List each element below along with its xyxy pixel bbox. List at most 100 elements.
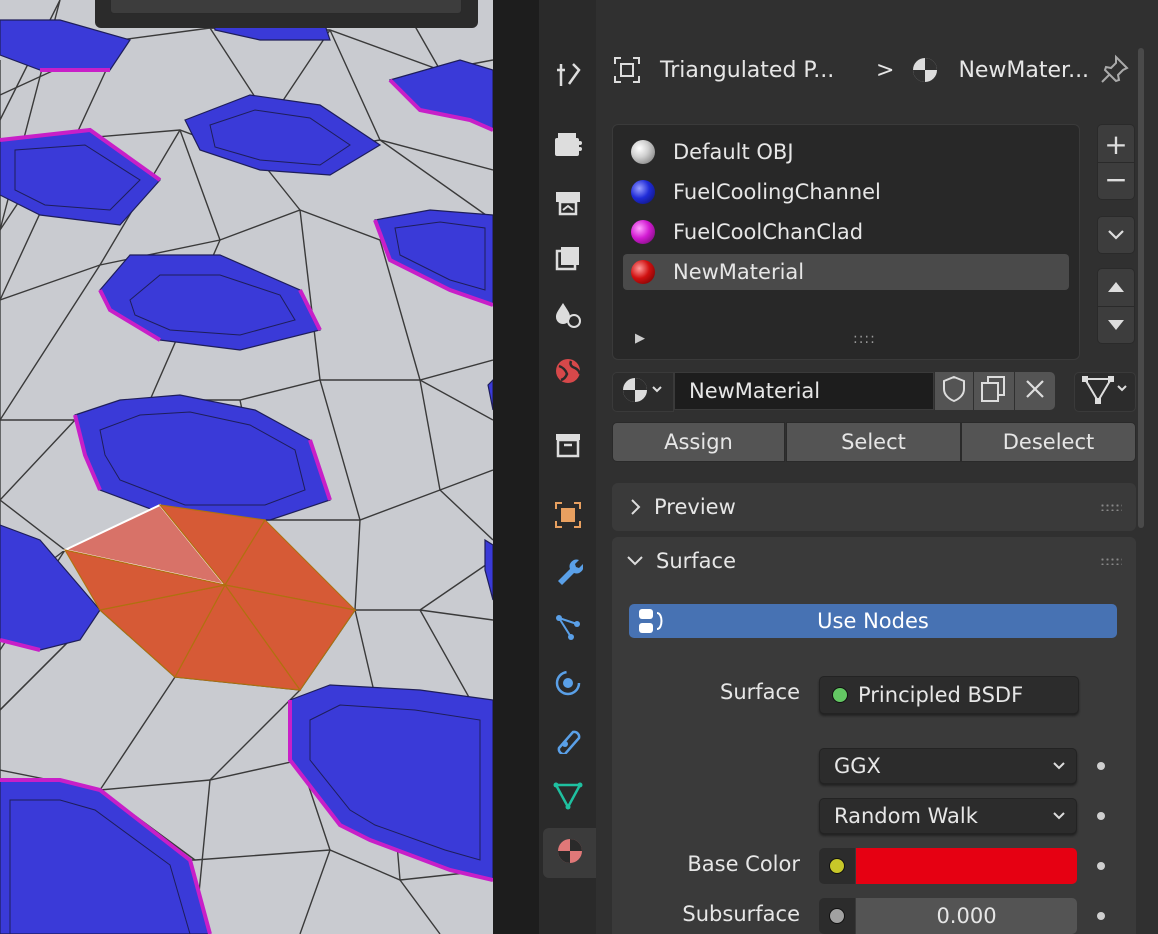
subsurface-method-dropdown[interactable]: Random Walk xyxy=(819,798,1077,834)
tab-output[interactable] xyxy=(543,180,593,230)
base-color-socket-button[interactable] xyxy=(819,848,855,884)
object-icon xyxy=(553,500,583,534)
tab-physics[interactable] xyxy=(543,660,593,710)
surface-value: Principled BSDF xyxy=(858,683,1024,707)
subsurface-socket-button[interactable] xyxy=(819,898,855,934)
keyframe-dot[interactable] xyxy=(1097,812,1105,820)
breadcrumb-separator: > xyxy=(876,57,895,83)
use-nodes-button[interactable]: Use Nodes xyxy=(629,604,1117,638)
material-icon xyxy=(555,836,585,870)
list-item[interactable]: FuelCoolChanClad xyxy=(623,214,1069,250)
drag-grip-icon[interactable] xyxy=(1100,557,1122,565)
3d-viewport[interactable] xyxy=(0,0,493,934)
object-icon xyxy=(612,55,642,85)
subsurface-method-value: Random Walk xyxy=(834,804,978,828)
slot-add-remove: + − xyxy=(1097,124,1135,200)
select-button[interactable]: Select xyxy=(786,422,961,462)
browse-material-button[interactable] xyxy=(612,372,674,412)
close-icon xyxy=(1024,378,1046,404)
tab-tool[interactable] xyxy=(543,52,593,102)
chevron-right-icon xyxy=(630,498,642,516)
remove-slot-button[interactable]: − xyxy=(1098,161,1134,197)
tab-scene[interactable] xyxy=(543,292,593,342)
tab-render[interactable] xyxy=(543,122,593,172)
scrollbar[interactable] xyxy=(1138,48,1144,528)
slot-label: NewMaterial xyxy=(673,260,805,284)
view-layer-icon xyxy=(553,244,583,278)
render-icon xyxy=(552,130,584,164)
surface-shader-selector[interactable]: Principled BSDF xyxy=(819,676,1079,714)
color-socket-icon xyxy=(829,858,845,874)
material-name-field[interactable]: NewMaterial xyxy=(674,372,934,410)
deselect-button[interactable]: Deselect xyxy=(961,422,1136,462)
node-tree-icon xyxy=(637,607,667,640)
particles-icon xyxy=(553,612,583,646)
duplicate-material-button[interactable] xyxy=(974,372,1014,410)
move-up-icon[interactable] xyxy=(1107,269,1125,306)
slot-label: FuelCoolingChannel xyxy=(673,180,881,204)
material-preview-icon xyxy=(631,220,655,244)
material-preview-icon xyxy=(631,140,655,164)
move-down-icon[interactable] xyxy=(1098,305,1134,344)
viewport-header-field[interactable] xyxy=(110,0,462,14)
tab-constraints[interactable] xyxy=(543,716,593,766)
tab-collection[interactable] xyxy=(543,422,593,472)
material-slot-list[interactable]: Default OBJ FuelCoolingChannel FuelCoolC… xyxy=(612,124,1080,360)
collection-icon xyxy=(553,430,583,464)
panel-title: Preview xyxy=(654,495,736,519)
tab-modifiers[interactable] xyxy=(543,548,593,598)
list-resize-grip[interactable]: :::: xyxy=(853,331,876,347)
tab-world[interactable] xyxy=(543,348,593,398)
keyframe-dot[interactable] xyxy=(1097,912,1105,920)
wrench-icon xyxy=(553,556,584,590)
tab-material[interactable] xyxy=(543,828,596,878)
drag-grip-icon[interactable] xyxy=(1100,503,1122,511)
pin-icon[interactable] xyxy=(1098,54,1130,90)
keyframe-dot[interactable] xyxy=(1097,762,1105,770)
properties-tabs xyxy=(539,0,596,934)
list-item-selected[interactable]: NewMaterial xyxy=(623,254,1069,290)
tab-view-layer[interactable] xyxy=(543,236,593,286)
base-color-label: Base Color xyxy=(687,852,800,876)
chevron-down-icon xyxy=(1052,761,1066,771)
breadcrumb-object: Triangulated P... xyxy=(660,57,835,83)
scene-icon xyxy=(553,299,583,335)
subsurface-label: Subsurface xyxy=(682,902,800,926)
tab-data[interactable] xyxy=(543,772,593,822)
unlink-material-button[interactable] xyxy=(1015,372,1055,410)
assign-button[interactable]: Assign xyxy=(612,422,785,462)
material-icon xyxy=(910,55,940,85)
world-icon xyxy=(553,356,583,390)
slot-specials-button[interactable] xyxy=(1097,216,1135,254)
fake-user-button[interactable] xyxy=(935,372,973,410)
slot-label: FuelCoolChanClad xyxy=(673,220,864,244)
tab-object[interactable] xyxy=(543,492,593,542)
subsurface-value-field[interactable]: 0.000 xyxy=(856,898,1077,934)
preview-panel-header[interactable]: Preview xyxy=(612,483,1136,531)
slot-link-dropdown[interactable] xyxy=(1074,372,1136,412)
list-item[interactable]: Default OBJ xyxy=(623,134,1069,170)
tab-particles[interactable] xyxy=(543,604,593,654)
distribution-value: GGX xyxy=(834,754,881,778)
output-icon xyxy=(553,188,583,222)
surface-panel-header[interactable]: Surface xyxy=(612,537,1136,585)
material-preview-icon xyxy=(631,180,655,204)
distribution-dropdown[interactable]: GGX xyxy=(819,748,1077,784)
duplicate-icon xyxy=(979,375,1009,407)
add-slot-button[interactable]: + xyxy=(1104,128,1127,162)
panel-title: Surface xyxy=(656,549,737,573)
constraints-icon xyxy=(553,724,583,758)
base-color-swatch[interactable] xyxy=(856,848,1077,884)
expand-filter-arrow[interactable]: ▶ xyxy=(635,331,645,346)
keyframe-dot[interactable] xyxy=(1097,862,1105,870)
list-item[interactable]: FuelCoolingChannel xyxy=(623,174,1069,210)
physics-icon xyxy=(553,668,583,702)
area-divider[interactable] xyxy=(493,0,539,934)
slot-label: Default OBJ xyxy=(673,140,794,164)
mesh-data-icon xyxy=(553,780,583,814)
tool-icon xyxy=(553,60,583,94)
slot-move-buttons xyxy=(1097,268,1135,344)
chevron-down-icon xyxy=(1107,226,1125,245)
chevron-down-icon xyxy=(1052,811,1066,821)
chevron-down-icon xyxy=(626,555,644,567)
